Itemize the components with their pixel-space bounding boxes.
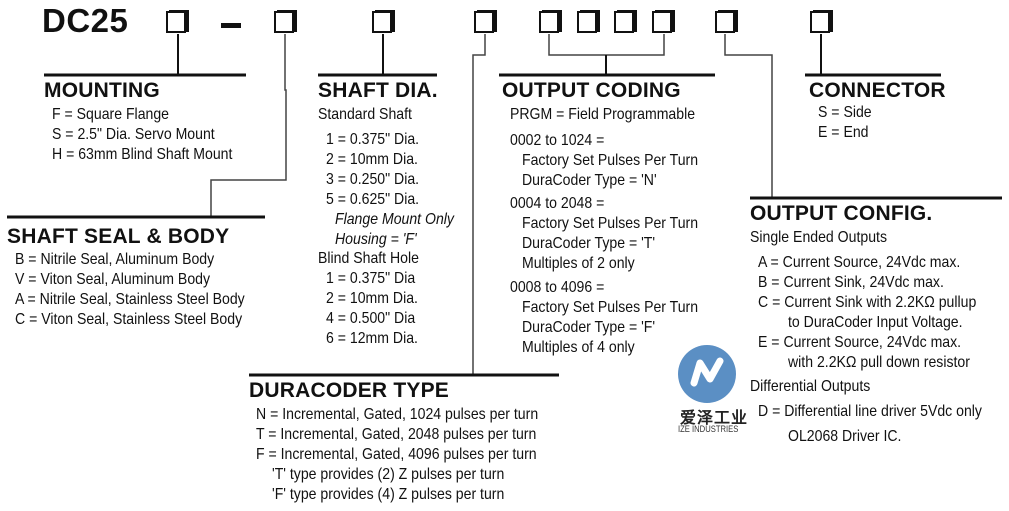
output-coding-line: Factory Set Pulses Per Turn: [522, 152, 699, 169]
blind-shaft-option: 6 = 12mm Dia.: [326, 330, 418, 347]
shaft-seal-option: C = Viton Seal, Stainless Steel Body: [15, 311, 243, 328]
shaft-dia-option: 1 = 0.375" Dia.: [326, 131, 420, 148]
duracoder-type-title: DURACODER TYPE: [249, 379, 449, 402]
duracoder-type-note: 'F' type provides (4) Z pulses per turn: [272, 486, 505, 503]
duracoder-type-option: T = Incremental, Gated, 2048 pulses per …: [256, 426, 537, 443]
output-config-option: D = Differential line driver 5Vdc only: [758, 403, 982, 420]
standard-shaft-label: Standard Shaft: [318, 106, 412, 123]
shaft-dia-option: 3 = 0.250" Dia.: [326, 171, 420, 188]
blind-shaft-label: Blind Shaft Hole: [318, 250, 419, 267]
mounting-option: H = 63mm Blind Shaft Mount: [52, 146, 233, 163]
connector-option: S = Side: [818, 104, 872, 121]
shaft-dia-note: Flange Mount Only: [335, 211, 454, 228]
connector-title: CONNECTOR: [809, 79, 946, 102]
output-coding-title: OUTPUT CODING: [502, 79, 681, 102]
output-coding-line: DuraCoder Type = 'N': [522, 172, 657, 189]
shaft-seal-option: A = Nitrile Seal, Stainless Steel Body: [15, 291, 245, 308]
line-output-config: [724, 34, 773, 198]
output-config-option: B = Current Sink, 24Vdc max.: [758, 274, 944, 291]
output-coding-line: Multiples of 4 only: [522, 339, 635, 356]
shaft-dia-option: 2 = 10mm Dia.: [326, 151, 418, 168]
output-coding-range: 0002 to 1024 =: [510, 132, 605, 149]
shaft-seal-title: SHAFT SEAL & BODY: [7, 225, 230, 248]
mounting-option: F = Square Flange: [52, 106, 170, 123]
shaft-dia-note: Housing = 'F': [335, 231, 417, 248]
output-coding-prgm: PRGM = Field Programmable: [510, 106, 696, 123]
shaft-seal-option: B = Nitrile Seal, Aluminum Body: [15, 251, 215, 268]
duracoder-type-note: 'T' type provides (2) Z pulses per turn: [272, 466, 505, 483]
shaft-dia-option: 5 = 0.625" Dia.: [326, 191, 420, 208]
bracket-output-coding: [548, 34, 665, 56]
ize-logo-icon: [678, 345, 736, 403]
duracoder-type-option: N = Incremental, Gated, 1024 pulses per …: [256, 406, 539, 423]
differential-label: Differential Outputs: [750, 378, 871, 395]
blind-shaft-option: 4 = 0.500" Dia: [326, 310, 416, 327]
output-coding-line: DuraCoder Type = 'F': [522, 319, 656, 336]
line-shaft-seal: [210, 34, 287, 216]
output-config-option: E = Current Source, 24Vdc max.: [758, 334, 962, 351]
output-config-option: A = Current Source, 24Vdc max.: [758, 254, 961, 271]
single-ended-label: Single Ended Outputs: [750, 229, 887, 246]
output-config-option: to DuraCoder Input Voltage.: [788, 314, 963, 331]
connector-option: E = End: [818, 124, 869, 141]
output-coding-line: Factory Set Pulses Per Turn: [522, 299, 699, 316]
output-config-title: OUTPUT CONFIG.: [750, 202, 933, 225]
blind-shaft-option: 2 = 10mm Dia.: [326, 290, 418, 307]
output-coding-line: DuraCoder Type = 'T': [522, 235, 656, 252]
line-duracoder-type: [472, 34, 486, 375]
mounting-title: MOUNTING: [44, 79, 160, 102]
output-config-option: with 2.2KΩ pull down resistor: [788, 354, 970, 371]
output-coding-line: Factory Set Pulses Per Turn: [522, 215, 699, 232]
output-config-option: C = Current Sink with 2.2KΩ pullup: [758, 294, 977, 311]
output-coding-line: Multiples of 2 only: [522, 255, 635, 272]
duracoder-type-option: F = Incremental, Gated, 4096 pulses per …: [256, 446, 537, 463]
output-coding-range: 0008 to 4096 =: [510, 279, 605, 296]
output-coding-range: 0004 to 2048 =: [510, 195, 605, 212]
watermark-name-en: IZE INDUSTRIES: [678, 424, 739, 434]
shaft-dia-title: SHAFT DIA.: [318, 79, 438, 102]
output-config-option: OL2068 Driver IC.: [788, 428, 902, 445]
mounting-option: S = 2.5" Dia. Servo Mount: [52, 126, 215, 143]
blind-shaft-option: 1 = 0.375" Dia: [326, 270, 416, 287]
shaft-seal-option: V = Viton Seal, Aluminum Body: [15, 271, 211, 288]
